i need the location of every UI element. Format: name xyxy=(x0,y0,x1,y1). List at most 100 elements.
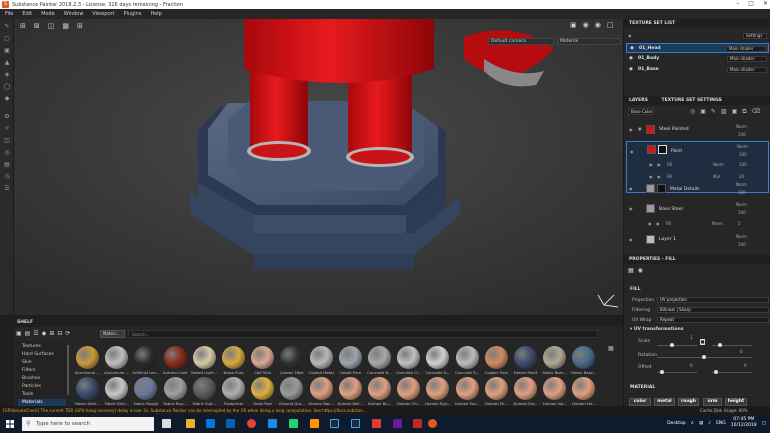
close-icon[interactable]: ✕ xyxy=(763,0,768,7)
offset-slider-u-knob[interactable] xyxy=(660,370,664,374)
blend-mode[interactable]: Norm xyxy=(736,124,747,129)
material-thumbnail[interactable] xyxy=(192,377,216,400)
menu-plugins[interactable]: Plugins xyxy=(124,11,142,17)
eye-icon[interactable]: ◉ xyxy=(629,65,633,75)
camera-icon[interactable]: ◉ xyxy=(583,21,589,29)
shelf-category-hard-surfaces[interactable]: Hard Surfaces xyxy=(22,352,54,357)
store-icon[interactable] xyxy=(226,419,235,428)
blend-mode[interactable]: Norm xyxy=(736,182,747,187)
export-icon[interactable]: ⊞ xyxy=(49,330,54,337)
eraser-icon[interactable]: ▢ xyxy=(3,35,11,43)
material-thumbnail[interactable] xyxy=(222,346,245,369)
add-paint-layer-icon[interactable]: ✎ xyxy=(711,108,716,116)
texture-set-row[interactable]: ◉ 01_Base Main shader xyxy=(626,65,769,75)
shelf-category-textures[interactable]: Textures xyxy=(22,344,41,349)
tab-texture-set-settings[interactable]: TEXTURE SET SETTINGS xyxy=(662,98,722,103)
geometry-mask-icon[interactable]: ▲ xyxy=(3,59,11,67)
menu-help[interactable]: Help xyxy=(150,11,161,17)
collapse-icon[interactable]: ⊟ xyxy=(57,330,62,337)
layer-opacity[interactable]: 100 xyxy=(738,132,746,137)
material-thumbnail[interactable] xyxy=(455,346,479,369)
layer-item[interactable]: ◉ ▣ Steel Painted Norm 100 xyxy=(626,123,769,139)
material-thumbnail[interactable] xyxy=(455,377,479,400)
eye-icon[interactable]: ◉ xyxy=(630,44,634,54)
menu-viewport[interactable]: Viewport xyxy=(92,11,114,17)
material-thumbnail[interactable] xyxy=(76,346,99,369)
filtering-select[interactable]: Bilinear | Sharp xyxy=(657,307,769,313)
fit-icon[interactable]: ⊠ xyxy=(34,22,40,30)
eye-icon[interactable]: ◉ xyxy=(630,149,634,154)
new-folder-icon[interactable]: ▣ xyxy=(16,330,22,337)
history-icon[interactable]: ◷ xyxy=(3,173,11,181)
task-view-icon[interactable] xyxy=(162,419,171,428)
tag-icon[interactable]: ◆ xyxy=(42,330,47,337)
scale-value[interactable]: 1 xyxy=(690,335,693,340)
material-thumbnail[interactable] xyxy=(484,346,508,369)
rotation-value[interactable]: 0 xyxy=(740,349,743,354)
add-fill-layer-icon[interactable]: ▧ xyxy=(721,108,727,116)
color-picker-icon[interactable]: ◆ xyxy=(3,95,11,103)
blend-mode[interactable]: Norm xyxy=(713,162,724,167)
blend-mode[interactable]: Mul xyxy=(713,174,720,179)
material-thumbnail[interactable] xyxy=(192,346,216,369)
material-thumbnail[interactable] xyxy=(514,377,537,400)
screenshot-icon[interactable]: ▣ xyxy=(570,21,577,29)
material-thumbnail[interactable] xyxy=(309,377,333,400)
notification-icon[interactable]: □ xyxy=(762,421,766,426)
chrome-icon[interactable] xyxy=(247,419,256,428)
offset-value-v[interactable]: 0 xyxy=(744,363,747,368)
app-icon[interactable] xyxy=(289,419,298,428)
blend-mode[interactable]: Norm xyxy=(712,221,723,226)
texture-set-row[interactable]: ◉ 01_Body Main shader xyxy=(626,54,769,64)
eye-icon[interactable]: ◉ xyxy=(629,186,633,191)
grid-icon[interactable]: ▦ xyxy=(628,267,634,274)
tab-layers[interactable]: LAYERS xyxy=(629,98,648,103)
render-icon[interactable]: ☼ xyxy=(3,125,11,133)
effect-opacity[interactable]: 5 xyxy=(738,221,741,226)
list-view-icon[interactable]: ☰ xyxy=(33,330,38,337)
tray-arrow-icon[interactable]: ∧ xyxy=(691,421,694,426)
shader-select[interactable]: Main shader xyxy=(726,46,766,52)
layer-opacity[interactable]: 100 xyxy=(738,210,746,215)
effect-opacity[interactable]: 100 xyxy=(739,162,747,167)
app-icon[interactable] xyxy=(413,419,422,428)
photoshop-icon[interactable] xyxy=(351,419,360,428)
network-icon[interactable]: ▤ xyxy=(699,421,703,426)
collapse-arrow-icon[interactable]: ▾ xyxy=(630,327,632,332)
menu-edit[interactable]: Edit xyxy=(22,11,32,17)
edge-icon[interactable] xyxy=(206,419,215,428)
add-folder-icon[interactable]: ▣ xyxy=(732,108,738,116)
windows-start-icon[interactable] xyxy=(6,420,14,428)
language-indicator[interactable]: ENG xyxy=(716,421,726,426)
3d-viewport[interactable] xyxy=(14,19,623,315)
taskbar-search-input[interactable]: ⚲ Type here to search xyxy=(22,417,154,431)
rotation-slider-knob[interactable] xyxy=(702,355,706,359)
duplicate-icon[interactable]: ⧉ xyxy=(742,108,746,116)
log-icon[interactable]: ☰ xyxy=(3,185,11,193)
material-color-button[interactable]: color xyxy=(629,398,651,406)
material-thumbnail[interactable] xyxy=(514,346,537,369)
projection-icon[interactable]: ▣ xyxy=(3,47,11,55)
material-thumbnail[interactable] xyxy=(338,346,362,369)
material-thumbnail[interactable] xyxy=(368,377,391,400)
substance-painter-icon[interactable] xyxy=(428,419,437,428)
offset-value-u[interactable]: 0 xyxy=(690,363,693,368)
eye-icon[interactable]: ◉ xyxy=(628,33,632,38)
layer-opacity[interactable]: 100 xyxy=(738,242,746,247)
channel-select[interactable]: Base Color xyxy=(628,108,654,115)
layer-item[interactable]: ◉ Base Steel Norm 100 ◉ ◉ Fill Norm 5 xyxy=(626,201,769,231)
add-effect-icon[interactable]: ◎ xyxy=(690,108,695,116)
camera-select[interactable]: Default camera xyxy=(488,38,554,45)
projection-select[interactable]: UV projection xyxy=(657,297,769,303)
volume-icon[interactable]: ♪ xyxy=(708,421,711,426)
shelf-category-brushes[interactable]: Brushes xyxy=(22,376,40,381)
scale-slider-2-knob[interactable] xyxy=(718,343,722,347)
shelf-category-tools[interactable]: Tools xyxy=(22,392,33,397)
material-thumbnail[interactable] xyxy=(484,377,508,400)
shelf-search-input[interactable]: Search... xyxy=(128,330,598,338)
photoshop-icon[interactable] xyxy=(330,419,339,428)
paint-brush-icon[interactable]: ✎ xyxy=(3,23,11,31)
material-thumbnail[interactable] xyxy=(76,377,99,400)
refresh-icon[interactable]: ⟳ xyxy=(65,330,70,337)
shader-select[interactable]: Main shader xyxy=(727,56,767,62)
